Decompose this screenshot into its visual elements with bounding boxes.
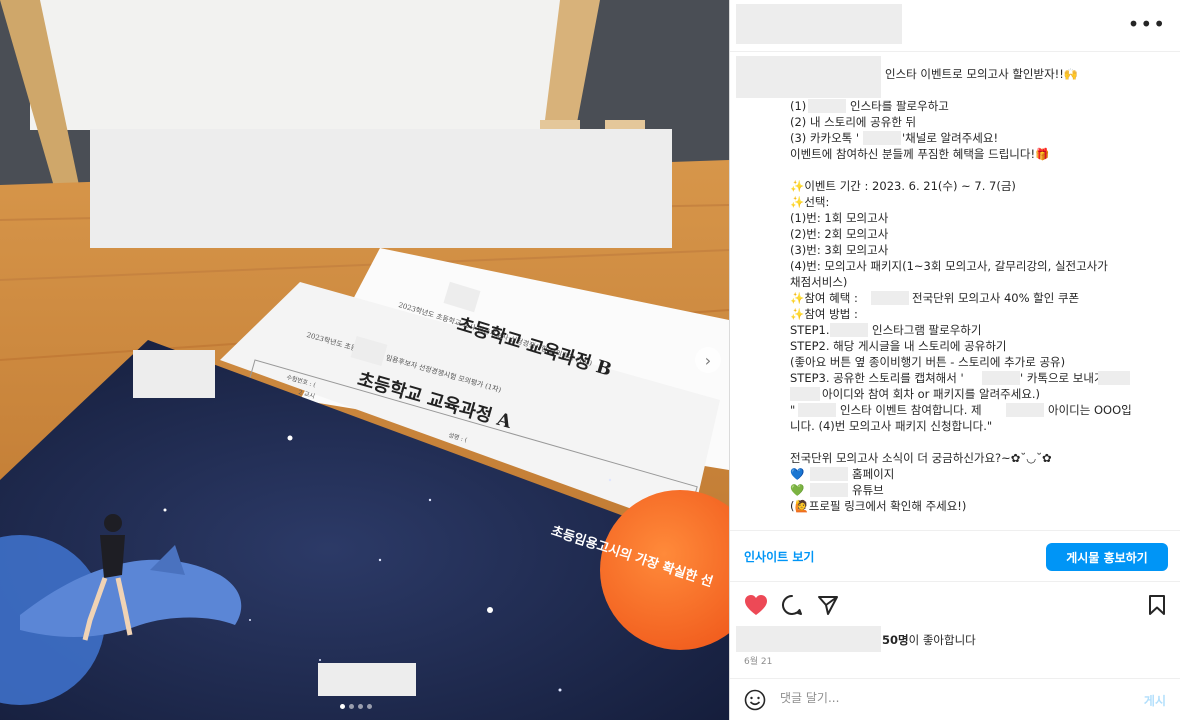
redacted-name <box>982 371 1020 385</box>
redacted-photo-tag <box>318 663 416 696</box>
redacted-name <box>798 403 836 417</box>
redacted-cover-logo <box>133 350 215 398</box>
caption-line: ✨이벤트 기간 : 2023. 6. 21(수) ~ 7. 7(금) <box>790 179 1016 193</box>
heart-icon[interactable] <box>744 594 768 620</box>
caption-line: (4)번: 모의고사 패키지(1~3회 모의고사, 갈무리강의, 실전고사가 <box>790 259 1108 273</box>
caption-line: (1)번: 1회 모의고사 <box>790 211 889 225</box>
green-heart-icon: 💚 <box>790 483 805 497</box>
post-comment-button[interactable]: 게시 <box>1144 692 1166 709</box>
more-options-icon[interactable]: ••• <box>1128 12 1166 36</box>
comment-icon[interactable] <box>781 594 803 620</box>
carousel-dot-4 <box>367 704 372 709</box>
redacted-author-avatar-name <box>736 56 881 98</box>
emoji-icon[interactable] <box>744 689 766 715</box>
comment-input[interactable] <box>780 691 1110 705</box>
redacted-name <box>1098 371 1130 385</box>
caption-line: 홈페이지 <box>852 467 895 481</box>
bookmark-icon[interactable] <box>1148 594 1166 620</box>
blue-heart-icon: 💙 <box>790 467 805 481</box>
caption-line: 유튜브 <box>852 483 884 497</box>
caption-line: (3)번: 3회 모의고사 <box>790 243 889 257</box>
caption-line: 아이디와 참여 회차 or 패키지를 알려주세요.) <box>822 387 1041 401</box>
caption-line: STEP1. <box>790 323 830 337</box>
redacted-name <box>790 387 820 401</box>
caption-line: 전국단위 모의고사 소식이 더 궁금하신가요?~✿˘◡˘✿ <box>790 451 1052 465</box>
caption-line: 인스타 이벤트 참여합니다. 제 <box>840 403 982 417</box>
caption-line: (2) 내 스토리에 공유한 뒤 <box>790 115 917 129</box>
caption-line: ✨참여 방법 : <box>790 307 858 321</box>
caption-line: 인스타그램 팔로우하기 <box>872 323 982 337</box>
caption-line: " <box>790 403 796 417</box>
redacted-name <box>871 291 909 305</box>
paper-plane-icon[interactable] <box>817 594 839 620</box>
caption-line: (2)번: 2회 모의고사 <box>790 227 889 241</box>
likes-suffix: 이 좋아합니다 <box>908 633 976 647</box>
caption-line: 인스타 이벤트로 모의고사 할인받자!!🙌 <box>885 67 1079 81</box>
likes-count[interactable]: 50명이 좋아합니다 <box>882 632 976 648</box>
comment-bar: 게시 <box>730 678 1180 720</box>
redacted-name <box>830 323 868 337</box>
caption-line: 니다. (4)번 모의고사 패키지 신청합니다." <box>790 419 993 433</box>
caption-line: 이벤트에 참여하신 분들께 푸짐한 혜택을 드립니다!🎁 <box>790 147 1050 161</box>
post-photo: 2023학년도 초등학교 교사 임용후보자 선정경쟁시험 모의평가 (1차) 초… <box>0 0 729 720</box>
caption-line: ✨참여 혜택 : <box>790 291 858 305</box>
caption-line: 인스타를 팔로우하고 <box>850 99 949 113</box>
caption-line: 채점서비스) <box>790 275 848 289</box>
carousel-indicator <box>340 704 372 709</box>
redacted-likers <box>736 626 881 652</box>
post-header: ••• <box>730 0 1180 52</box>
caption-line: 아이디는 OOO입 <box>1048 403 1132 417</box>
promote-post-button[interactable]: 게시물 홍보하기 <box>1046 543 1168 571</box>
carousel-dot-3 <box>358 704 363 709</box>
redacted-name <box>810 467 848 481</box>
caption-line: STEP3. 공유한 스토리를 캡쳐해서 ' <box>790 371 964 385</box>
caption-line: (1) <box>790 99 807 113</box>
insights-bar: 인사이트 보기 게시물 홍보하기 <box>730 530 1180 582</box>
post-date: 6월 21 <box>744 657 773 667</box>
redacted-name <box>808 99 846 113</box>
post-caption: 인스타 이벤트로 모의고사 할인받자!!🙌 (1) 인스타를 팔로우하고 (2)… <box>730 52 1180 530</box>
post-actions <box>730 590 1180 620</box>
carousel-dot-2 <box>349 704 354 709</box>
caption-line: (3) 카카오톡 ' <box>790 131 860 145</box>
redacted-account-header <box>736 4 902 44</box>
next-photo-button[interactable]: › <box>695 347 721 373</box>
carousel-dot-1 <box>340 704 345 709</box>
redacted-name <box>863 131 901 145</box>
caption-line: 전국단위 모의고사 40% 할인 쿠폰 <box>912 291 1080 305</box>
caption-line: (🙋프로필 링크에서 확인해 주세요!) <box>790 499 967 513</box>
view-insights-link[interactable]: 인사이트 보기 <box>744 548 814 565</box>
likes-number: 50명 <box>882 633 909 647</box>
caption-line: ✨선택: <box>790 195 830 209</box>
chevron-right-icon: › <box>704 350 712 370</box>
redacted-name <box>810 483 848 497</box>
post-panel: ••• 인스타 이벤트로 모의고사 할인받자!!🙌 (1) 인스타를 팔로우하고… <box>729 0 1180 720</box>
caption-line: STEP2. 해당 게시글을 내 스토리에 공유하기 <box>790 339 1007 353</box>
redacted-name <box>1006 403 1044 417</box>
caption-line: (좋아요 버튼 옆 종이비행기 버튼 - 스토리에 추가로 공유) <box>790 355 1066 369</box>
redacted-overlay-text <box>90 129 672 248</box>
caption-line: '채널로 알려주세요! <box>902 131 999 145</box>
